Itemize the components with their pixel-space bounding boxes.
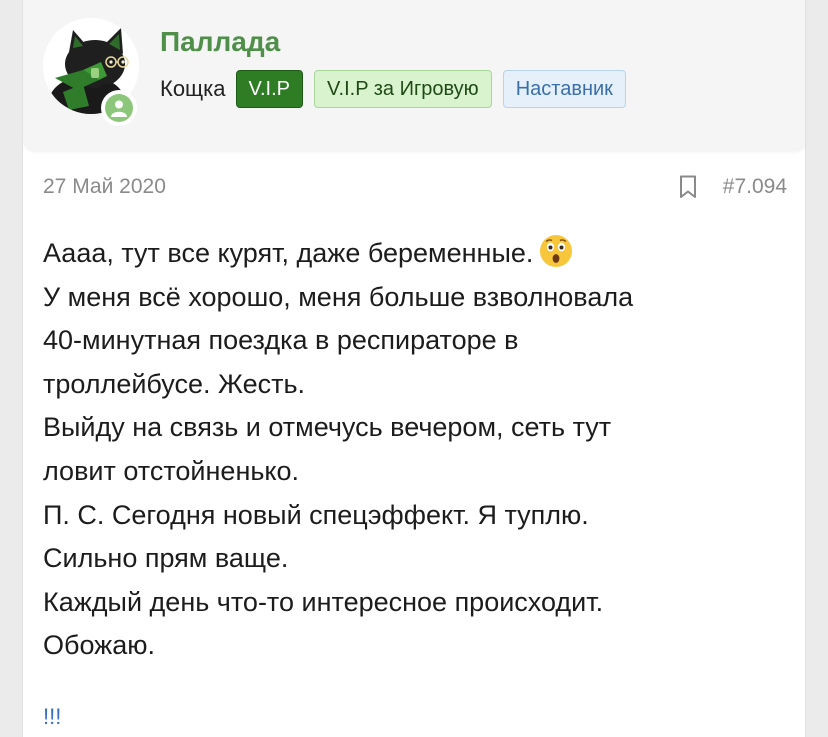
post-number-link[interactable]: #7.094 <box>723 172 787 202</box>
post-line: У меня всё хорошо, меня больше взволнова… <box>43 281 634 312</box>
post-signature: !!! <box>43 704 62 729</box>
post-line: Аааа, тут все курят, даже беременные. <box>43 232 793 276</box>
vip-game-badge: V.I.P за Игровую <box>314 70 492 108</box>
post-line: Сильно прям ваще. <box>43 543 289 574</box>
post-body: Аааа, тут все курят, даже беременные. У … <box>43 232 793 668</box>
user-title: Кощка <box>160 76 226 101</box>
post-line: Каждый день что-то интересное происходит… <box>43 586 604 617</box>
post-date[interactable]: 27 Май 2020 <box>43 172 166 202</box>
user-title-row: Кощка V.I.P V.I.P за Игровую Наставник <box>160 68 637 110</box>
post-author-header: Паллада Кощка V.I.P V.I.P за Игровую Нас… <box>23 0 805 150</box>
post-line: ловит отстойненько. <box>43 455 300 486</box>
username-link[interactable]: Паллада <box>160 24 280 60</box>
post-line: троллейбусе. Жесть. <box>43 368 306 399</box>
bookmark-icon[interactable] <box>679 175 697 199</box>
post-line: П. С. Сегодня новый спецэффект. Я туплю. <box>43 499 589 530</box>
post-card: Паллада Кощка V.I.P V.I.P за Игровую Нас… <box>22 0 806 737</box>
post-line: 40-минутная поездка в респираторе в <box>43 325 519 356</box>
online-status-indicator <box>101 90 137 126</box>
astonished-face-icon <box>540 235 573 267</box>
user-icon <box>111 100 127 117</box>
post-meta: 27 Май 2020 #7.094 <box>43 172 787 202</box>
vip-badge: V.I.P <box>235 70 304 108</box>
post-line: Выйду на связь и отмечусь вечером, сеть … <box>43 412 612 443</box>
mentor-badge: Наставник <box>502 70 626 108</box>
post-line: Обожаю. <box>43 630 156 661</box>
